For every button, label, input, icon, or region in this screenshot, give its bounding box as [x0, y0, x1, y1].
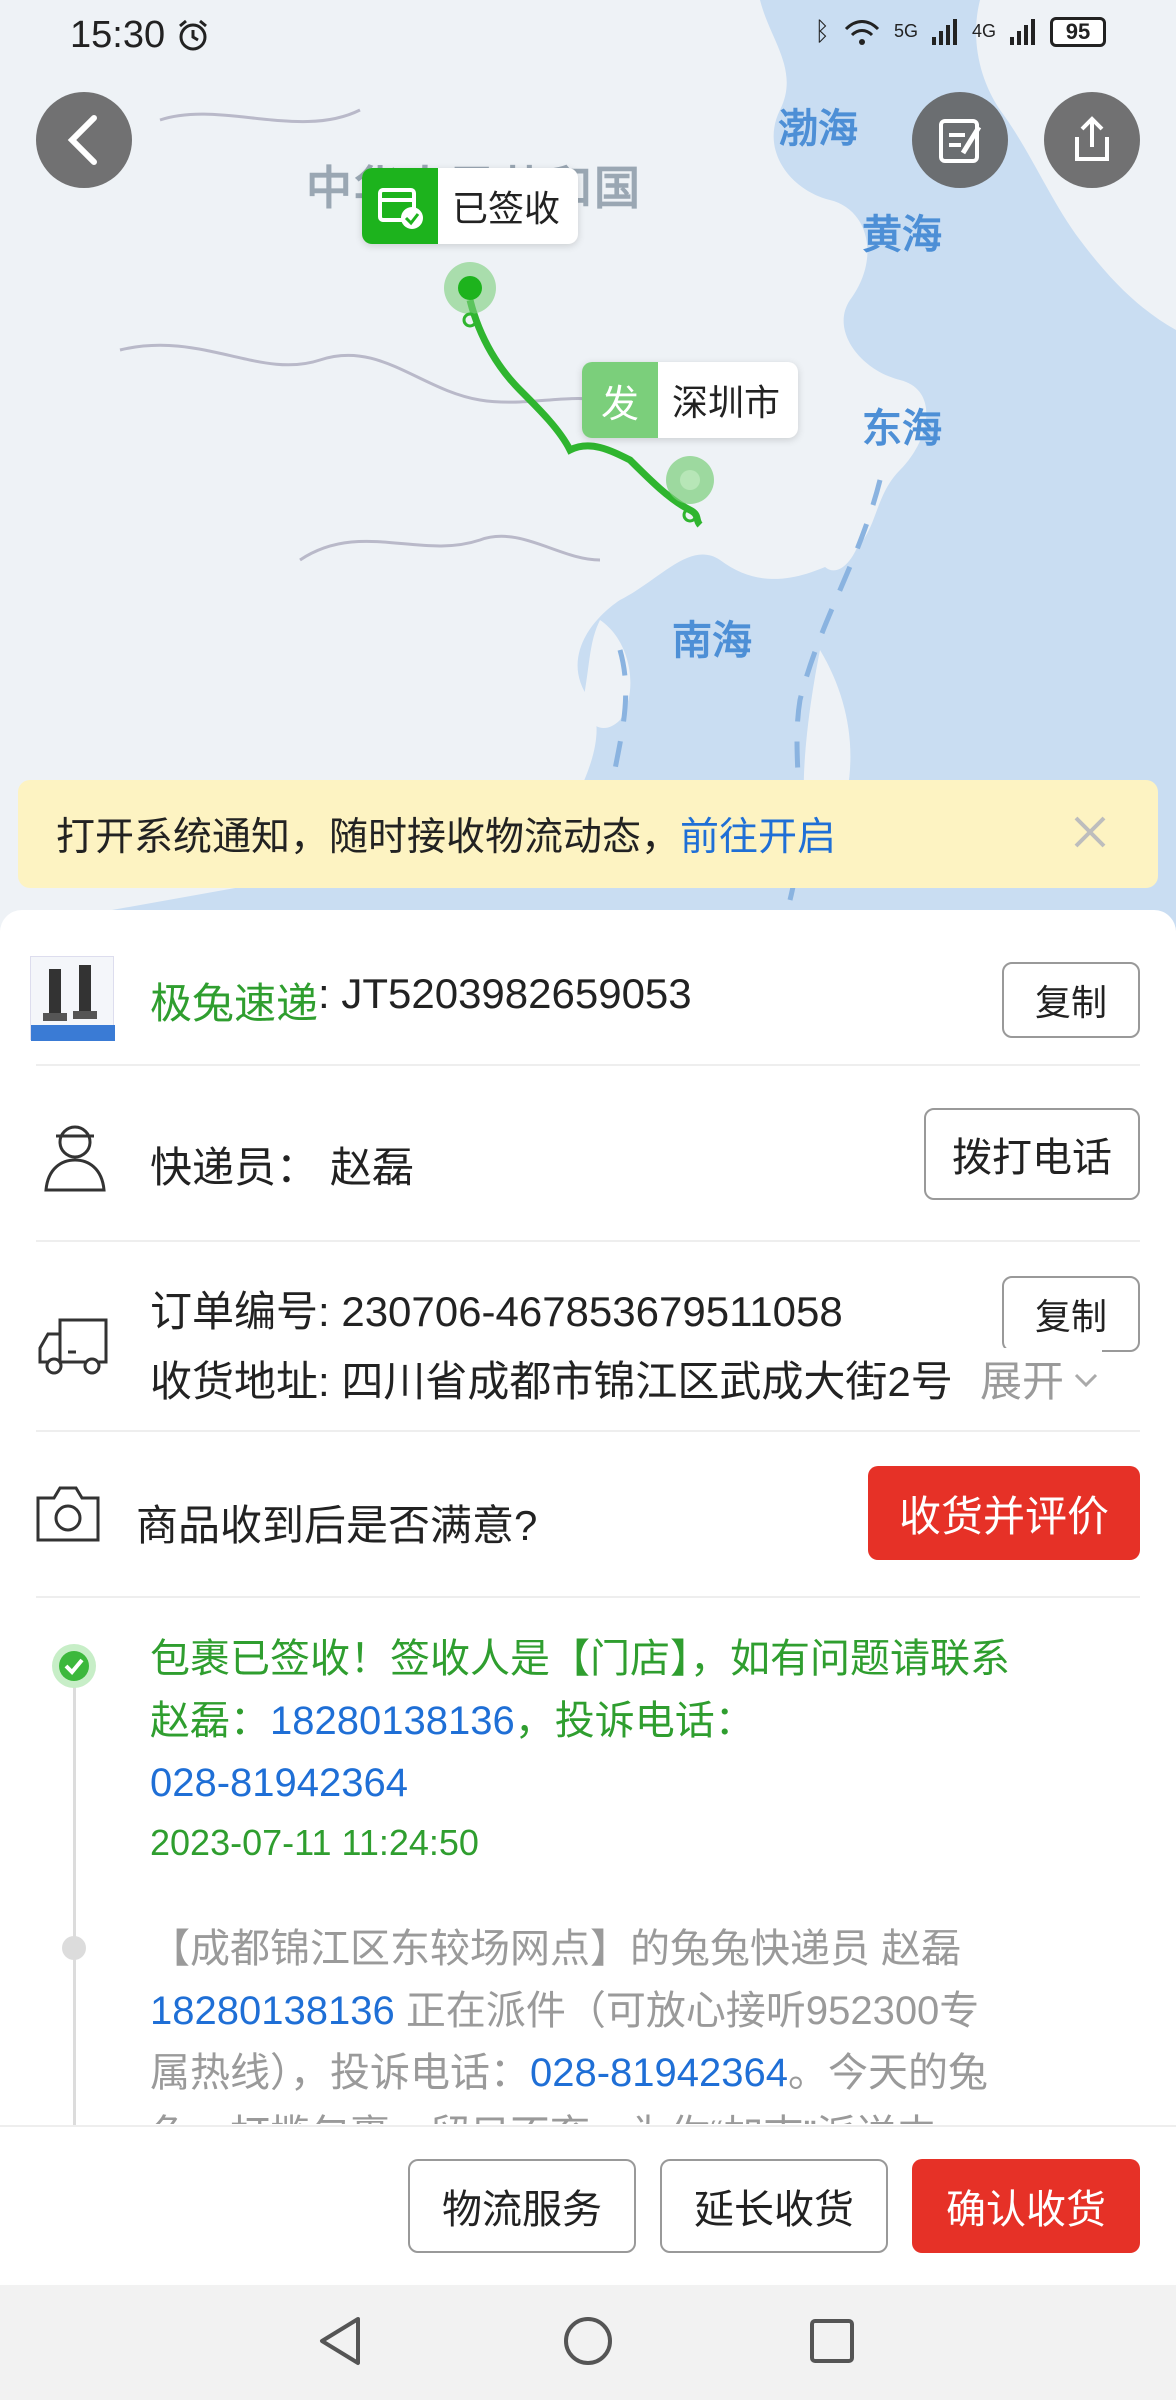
- system-icons: ᛒ 5G 4G 95: [814, 16, 1106, 47]
- timeline-latest-time: 2023-07-11 11:24:50: [150, 1822, 479, 1863]
- timeline-delivering-line4: 兔，打揽包裹，留只不弃，为你“加志”派送中: [150, 2104, 1140, 2124]
- divider: [36, 1430, 1140, 1432]
- review-row: 商品收到后是否满意? 收货并评价: [0, 1464, 1176, 1564]
- receive-and-review-button[interactable]: 收货并评价: [868, 1466, 1140, 1560]
- address-label: 收货地址:: [150, 1358, 342, 1405]
- courier-label: 快递员：: [150, 1144, 319, 1191]
- map-sea-label-donghai: 东海: [862, 407, 942, 451]
- timeline-latest-complaint-label: ，投诉电话：: [514, 1699, 755, 1743]
- signal-1-icon: [931, 18, 957, 45]
- bluetooth-icon: ᛒ: [814, 16, 830, 46]
- back-button[interactable]: [36, 92, 132, 188]
- review-question: 商品收到后是否满意?: [136, 1502, 538, 1549]
- timeline-latest-line1: 包裹已签收！签收人是【门店】，如有问题请联系: [150, 1637, 1010, 1681]
- order-number: 230706-467853679511058: [341, 1288, 843, 1335]
- signal-1-label: 5G: [893, 21, 918, 41]
- divider: [36, 1596, 1140, 1598]
- destination-pin-label: 已签收: [452, 188, 561, 229]
- origin-pin[interactable]: 发 深圳市: [582, 362, 799, 438]
- timeline-line: [73, 1685, 76, 2135]
- package-check-icon: [362, 168, 438, 244]
- map-sea-label-nanhai: 南海: [672, 619, 752, 663]
- camera-icon: [36, 1486, 100, 1542]
- timeline-latest-name: 赵磊：: [150, 1699, 270, 1743]
- nav-back-icon[interactable]: [314, 2313, 366, 2369]
- timeline-delivering-line1: 【成都锦江区东较场网点】的兔兔快递员 赵磊: [150, 1927, 962, 1971]
- timeline-item-delivering: 【成都锦江区东较场网点】的兔兔快递员 赵磊 18280138136 正在派件（可…: [150, 1918, 1140, 2124]
- timeline-delivering-complaint-phone[interactable]: 028-81942364: [530, 2051, 788, 2095]
- timeline-delivering-line3a: 属热线），投诉电话：: [150, 2051, 530, 2095]
- copy-tracking-button[interactable]: 复制: [1002, 962, 1140, 1038]
- order-row: 订单编号: 230706-467853679511058 复制 收货地址: 四川…: [0, 1260, 1176, 1430]
- chevron-down-icon: [1074, 1373, 1098, 1387]
- bottom-action-bar: 物流服务 延长收货 确认收货: [0, 2125, 1176, 2285]
- share-icon: [1075, 116, 1109, 161]
- alarm-icon: [179, 19, 207, 51]
- product-thumbnail[interactable]: [30, 956, 115, 1041]
- extend-receipt-button[interactable]: 延长收货: [660, 2159, 888, 2253]
- timeline-delivering-line3b: 。今天的兔: [788, 2051, 989, 2095]
- expand-label: 展开: [980, 1358, 1065, 1405]
- check-circle-icon: [52, 1644, 96, 1688]
- edit-note-icon: [939, 119, 982, 163]
- divider: [36, 1240, 1140, 1242]
- logistics-service-button[interactable]: 物流服务: [408, 2159, 636, 2253]
- timeline-dot-icon: [62, 1936, 86, 1960]
- system-navigation-bar: [0, 2285, 1176, 2400]
- close-icon[interactable]: [1066, 808, 1114, 856]
- signal-2-icon: [1010, 18, 1035, 45]
- timeline-latest-complaint-phone[interactable]: 028-81942364: [150, 1752, 1140, 1814]
- call-courier-button[interactable]: 拨打电话: [924, 1108, 1140, 1200]
- order-number-line: 订单编号: 230706-467853679511058: [150, 1278, 843, 1339]
- courier-person-icon: [44, 1125, 106, 1192]
- divider: [36, 1064, 1140, 1066]
- courier-row: 快递员： 赵磊 拨打电话: [0, 1106, 1176, 1206]
- timeline-latest-phone[interactable]: 18280138136: [270, 1699, 515, 1743]
- timeline-item-latest: 包裹已签收！签收人是【门店】，如有问题请联系 赵磊：18280138136，投诉…: [150, 1628, 1140, 1872]
- nav-recents-icon[interactable]: [808, 2317, 856, 2365]
- chevron-left-icon: [67, 115, 97, 165]
- timeline-delivering-line2: 正在派件（可放心接听952300专: [394, 1989, 980, 2033]
- address-line: 收货地址: 四川省成都市锦江区武成大街2号: [150, 1348, 953, 1409]
- status-bar: 15:30 ᛒ 5G 4G 95: [0, 0, 1176, 70]
- truck-icon: [38, 1318, 108, 1375]
- courier-company-name: 极兔速递: [150, 980, 319, 1027]
- status-time: 15:30: [70, 14, 166, 56]
- copy-order-button[interactable]: 复制: [1002, 1276, 1140, 1352]
- expand-address-button[interactable]: 展开: [966, 1348, 1103, 1409]
- order-number-label: 订单编号:: [150, 1288, 342, 1335]
- tracking-row: 极兔速递 : JT5203982659053 复制: [0, 948, 1176, 1048]
- notice-enable-link[interactable]: 前往开启: [680, 806, 836, 862]
- battery-indicator: 95: [1050, 16, 1106, 47]
- confirm-receipt-button[interactable]: 确认收货: [912, 2159, 1140, 2253]
- map-sea-label-bohai: 渤海: [778, 107, 858, 151]
- map-sea-label-huanghai: 黄海: [862, 213, 942, 257]
- timeline-delivering-phone[interactable]: 18280138136: [150, 1989, 395, 2033]
- signal-2-label: 4G: [971, 21, 996, 41]
- origin-tag: 发: [582, 362, 658, 438]
- share-button[interactable]: [1044, 92, 1140, 188]
- nav-home-icon[interactable]: [562, 2315, 614, 2367]
- tracking-number: : JT5203982659053: [318, 970, 692, 1017]
- notice-text: 打开系统通知，随时接收物流动态，: [56, 816, 681, 859]
- courier-name: 赵磊: [330, 1144, 415, 1191]
- destination-pin[interactable]: 已签收: [362, 168, 579, 244]
- edit-button[interactable]: [912, 92, 1008, 188]
- wifi-icon: [844, 19, 880, 45]
- origin-pin-label: 深圳市: [672, 382, 781, 423]
- notification-banner[interactable]: 打开系统通知，随时接收物流动态， 前往开启: [18, 780, 1158, 888]
- address-value: 四川省成都市锦江区武成大街2号: [341, 1358, 953, 1405]
